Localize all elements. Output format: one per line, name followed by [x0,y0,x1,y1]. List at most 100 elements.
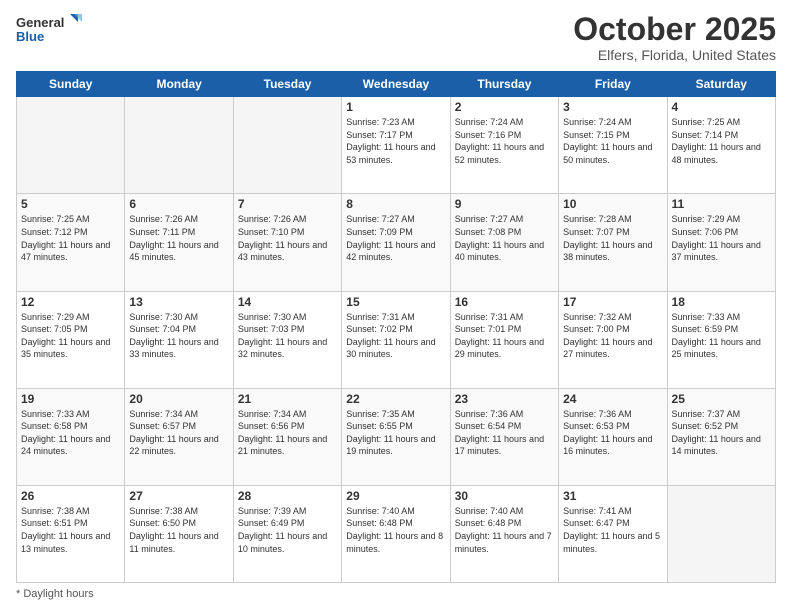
day-info: Sunrise: 7:27 AMSunset: 7:09 PMDaylight:… [346,213,445,263]
footer-note: * Daylight hours [16,588,776,600]
day-info: Sunrise: 7:29 AMSunset: 7:06 PMDaylight:… [672,213,771,263]
day-info: Sunrise: 7:40 AMSunset: 6:48 PMDaylight:… [346,505,445,555]
day-info: Sunrise: 7:32 AMSunset: 7:00 PMDaylight:… [563,311,662,361]
day-info: Sunrise: 7:41 AMSunset: 6:47 PMDaylight:… [563,505,662,555]
day-cell: 20Sunrise: 7:34 AMSunset: 6:57 PMDayligh… [125,388,233,485]
day-number: 17 [563,295,662,309]
day-cell: 29 Sunrise: 7:40 AMSunset: 6:48 PMDayligh… [342,485,450,582]
day-cell: 30 Sunrise: 7:40 AMSunset: 6:48 PMDayligh… [450,485,558,582]
day-cell: 12 Sunrise: 7:29 AMSunset: 7:05 PMDayligh… [17,291,125,388]
day-number: 30 [455,489,554,503]
title-block: October 2025 Elfers, Florida, United Sta… [573,12,776,63]
logo-wordmark: General Blue [16,12,86,53]
day-info: Sunrise: 7:38 AMSunset: 6:50 PMDaylight:… [129,505,228,555]
day-cell: 4Sunrise: 7:25 AMSunset: 7:14 PMDaylight… [667,97,775,194]
daylight-label: Daylight hours [23,588,93,600]
location: Elfers, Florida, United States [573,47,776,63]
day-info: Sunrise: 7:34 AMSunset: 6:56 PMDaylight:… [238,408,337,458]
day-info: Sunrise: 7:28 AMSunset: 7:07 PMDaylight:… [563,213,662,263]
day-number: 21 [238,392,337,406]
day-cell [667,485,775,582]
day-info: Sunrise: 7:40 AMSunset: 6:48 PMDaylight:… [455,505,554,555]
day-info: Sunrise: 7:36 AMSunset: 6:53 PMDaylight:… [563,408,662,458]
day-number: 5 [21,197,120,211]
day-cell: 28 Sunrise: 7:39 AMSunset: 6:49 PMDayligh… [233,485,341,582]
logo: General Blue General Blue [16,12,86,53]
day-number: 3 [563,100,662,114]
day-cell: 18 Sunrise: 7:33 AMSunset: 6:59 PMDayligh… [667,291,775,388]
day-cell: 24 Sunrise: 7:36 AMSunset: 6:53 PMDayligh… [559,388,667,485]
day-info: Sunrise: 7:39 AMSunset: 6:49 PMDaylight:… [238,505,337,555]
day-number: 12 [21,295,120,309]
day-number: 19 [21,392,120,406]
day-info: Sunrise: 7:24 AMSunset: 7:16 PMDaylight:… [455,116,554,166]
weekday-friday: Friday [559,72,667,97]
day-cell: 14 Sunrise: 7:30 AMSunset: 7:03 PMDayligh… [233,291,341,388]
day-info: Sunrise: 7:36 AMSunset: 6:54 PMDaylight:… [455,408,554,458]
week-row-5: 26 Sunrise: 7:38 AMSunset: 6:51 PMDayligh… [17,485,776,582]
day-number: 31 [563,489,662,503]
day-cell [17,97,125,194]
header: General Blue General Blue October 2025 E… [16,12,776,63]
weekday-tuesday: Tuesday [233,72,341,97]
day-number: 2 [455,100,554,114]
day-number: 28 [238,489,337,503]
day-cell: 1Sunrise: 7:23 AMSunset: 7:17 PMDaylight… [342,97,450,194]
weekday-saturday: Saturday [667,72,775,97]
day-cell: 21 Sunrise: 7:34 AMSunset: 6:56 PMDayligh… [233,388,341,485]
day-info: Sunrise: 7:26 AMSunset: 7:11 PMDaylight:… [129,213,228,263]
day-number: 26 [21,489,120,503]
day-info: Sunrise: 7:25 AMSunset: 7:12 PMDaylight:… [21,213,120,263]
page: General Blue General Blue October 2025 E… [0,0,792,612]
day-info: Sunrise: 7:38 AMSunset: 6:51 PMDaylight:… [21,505,120,555]
day-info: Sunrise: 7:35 AMSunset: 6:55 PMDaylight:… [346,408,445,458]
day-cell: 17 Sunrise: 7:32 AMSunset: 7:00 PMDayligh… [559,291,667,388]
weekday-thursday: Thursday [450,72,558,97]
day-cell: 11 Sunrise: 7:29 AMSunset: 7:06 PMDayligh… [667,194,775,291]
weekday-header-row: SundayMondayTuesdayWednesdayThursdayFrid… [17,72,776,97]
day-info: Sunrise: 7:34 AMSunset: 6:57 PMDaylight:… [129,408,228,458]
day-info: Sunrise: 7:23 AMSunset: 7:17 PMDaylight:… [346,116,445,166]
day-info: Sunrise: 7:27 AMSunset: 7:08 PMDaylight:… [455,213,554,263]
day-cell: 31 Sunrise: 7:41 AMSunset: 6:47 PMDayligh… [559,485,667,582]
calendar: SundayMondayTuesdayWednesdayThursdayFrid… [16,71,776,583]
day-number: 18 [672,295,771,309]
day-cell: 2 Sunrise: 7:24 AMSunset: 7:16 PMDaylight… [450,97,558,194]
week-row-2: 5 Sunrise: 7:25 AMSunset: 7:12 PMDaylight… [17,194,776,291]
day-cell: 25Sunrise: 7:37 AMSunset: 6:52 PMDayligh… [667,388,775,485]
day-number: 29 [346,489,445,503]
day-number: 9 [455,197,554,211]
day-number: 16 [455,295,554,309]
week-row-1: 1Sunrise: 7:23 AMSunset: 7:17 PMDaylight… [17,97,776,194]
week-row-4: 19Sunrise: 7:33 AMSunset: 6:58 PMDayligh… [17,388,776,485]
day-info: Sunrise: 7:30 AMSunset: 7:03 PMDaylight:… [238,311,337,361]
day-info: Sunrise: 7:33 AMSunset: 6:59 PMDaylight:… [672,311,771,361]
day-number: 24 [563,392,662,406]
svg-text:Blue: Blue [16,29,44,44]
day-cell: 13Sunrise: 7:30 AMSunset: 7:04 PMDayligh… [125,291,233,388]
weekday-wednesday: Wednesday [342,72,450,97]
day-number: 14 [238,295,337,309]
day-number: 22 [346,392,445,406]
day-number: 11 [672,197,771,211]
day-cell [233,97,341,194]
day-cell: 27Sunrise: 7:38 AMSunset: 6:50 PMDayligh… [125,485,233,582]
day-cell: 3Sunrise: 7:24 AMSunset: 7:15 PMDaylight… [559,97,667,194]
day-number: 23 [455,392,554,406]
day-number: 25 [672,392,771,406]
day-number: 8 [346,197,445,211]
day-info: Sunrise: 7:29 AMSunset: 7:05 PMDaylight:… [21,311,120,361]
day-cell: 16Sunrise: 7:31 AMSunset: 7:01 PMDayligh… [450,291,558,388]
day-cell: 9 Sunrise: 7:27 AMSunset: 7:08 PMDaylight… [450,194,558,291]
day-number: 4 [672,100,771,114]
weekday-sunday: Sunday [17,72,125,97]
svg-text:General: General [16,15,64,30]
day-cell: 6 Sunrise: 7:26 AMSunset: 7:11 PMDaylight… [125,194,233,291]
day-info: Sunrise: 7:31 AMSunset: 7:02 PMDaylight:… [346,311,445,361]
weekday-monday: Monday [125,72,233,97]
day-cell [125,97,233,194]
day-cell: 10Sunrise: 7:28 AMSunset: 7:07 PMDayligh… [559,194,667,291]
day-number: 6 [129,197,228,211]
day-cell: 23 Sunrise: 7:36 AMSunset: 6:54 PMDayligh… [450,388,558,485]
month-title: October 2025 [573,12,776,47]
